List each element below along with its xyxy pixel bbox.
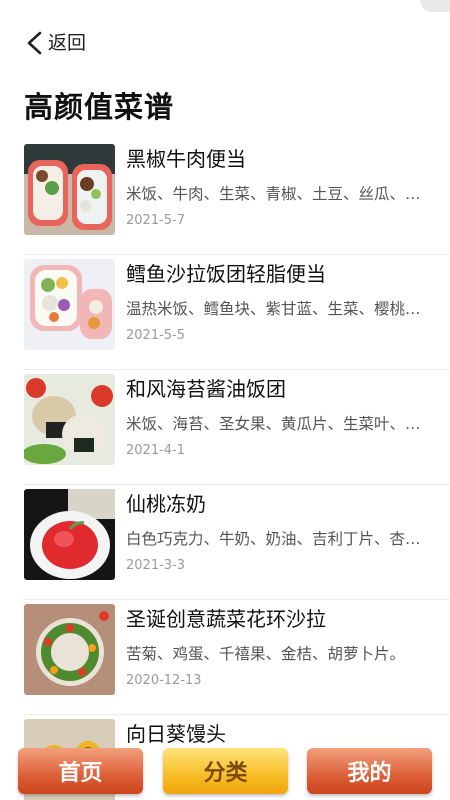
recipe-date: 2021-5-5 bbox=[126, 328, 186, 343]
back-label: 返回 bbox=[48, 32, 87, 54]
recipe-date: 2021-3-3 bbox=[126, 558, 186, 573]
tab-category[interactable]: 分类 bbox=[163, 748, 288, 794]
bottom-tab-bar: 首页 分类 我的 bbox=[0, 742, 450, 800]
recipe-list-screen: 返回 高颜值菜谱 黑椒牛肉便当 米饭、牛肉、生菜、青椒、土豆、丝瓜、… 2021… bbox=[0, 0, 450, 800]
recipe-date: 2021-4-1 bbox=[126, 443, 186, 458]
recipe-list: 黑椒牛肉便当 米饭、牛肉、生菜、青椒、土豆、丝瓜、… 2021-5-7 鳕鱼沙拉… bbox=[0, 140, 450, 800]
recipe-ingredients: 苦菊、鸡蛋、千禧果、金桔、胡萝卜片。 bbox=[126, 645, 406, 663]
top-edge-decoration bbox=[420, 0, 450, 12]
recipe-item[interactable]: 鳕鱼沙拉饭团轻脂便当 温热米饭、鳕鱼块、紫甘蓝、生菜、樱桃… 2021-5-5 bbox=[0, 255, 450, 370]
recipe-name: 黑椒牛肉便当 bbox=[126, 147, 246, 171]
bento-beef-photo bbox=[24, 144, 115, 235]
recipe-ingredients: 米饭、牛肉、生菜、青椒、土豆、丝瓜、… bbox=[126, 185, 421, 203]
recipe-date: 2021-5-7 bbox=[126, 213, 186, 228]
recipe-name: 圣诞创意蔬菜花环沙拉 bbox=[126, 607, 326, 631]
page-title: 高颜值菜谱 bbox=[24, 90, 175, 124]
recipe-ingredients: 米饭、海苔、圣女果、黄瓜片、生菜叶、… bbox=[126, 415, 421, 433]
tab-home[interactable]: 首页 bbox=[18, 748, 143, 794]
recipe-date: 2020-12-13 bbox=[126, 673, 202, 688]
wreath-salad-photo bbox=[24, 604, 115, 695]
peach-pudding-photo bbox=[24, 489, 115, 580]
rice-ball-photo bbox=[24, 374, 115, 465]
recipe-name: 仙桃冻奶 bbox=[126, 492, 206, 516]
recipe-ingredients: 温热米饭、鳕鱼块、紫甘蓝、生菜、樱桃… bbox=[126, 300, 421, 318]
tab-mine[interactable]: 我的 bbox=[307, 748, 432, 794]
cod-salad-bento-photo bbox=[24, 259, 115, 350]
recipe-item[interactable]: 仙桃冻奶 白色巧克力、牛奶、奶油、吉利丁片、杏… 2021-3-3 bbox=[0, 485, 450, 600]
recipe-item[interactable]: 和风海苔酱油饭团 米饭、海苔、圣女果、黄瓜片、生菜叶、… 2021-4-1 bbox=[0, 370, 450, 485]
top-bar: 返回 bbox=[0, 0, 450, 70]
back-button[interactable]: 返回 bbox=[24, 30, 86, 56]
recipe-item[interactable]: 黑椒牛肉便当 米饭、牛肉、生菜、青椒、土豆、丝瓜、… 2021-5-7 bbox=[0, 140, 450, 255]
recipe-item[interactable]: 圣诞创意蔬菜花环沙拉 苦菊、鸡蛋、千禧果、金桔、胡萝卜片。 2020-12-13 bbox=[0, 600, 450, 715]
recipe-name: 和风海苔酱油饭团 bbox=[126, 377, 286, 401]
recipe-name: 鳕鱼沙拉饭团轻脂便当 bbox=[126, 262, 326, 286]
recipe-ingredients: 白色巧克力、牛奶、奶油、吉利丁片、杏… bbox=[126, 530, 421, 548]
chevron-left-icon bbox=[27, 31, 42, 55]
